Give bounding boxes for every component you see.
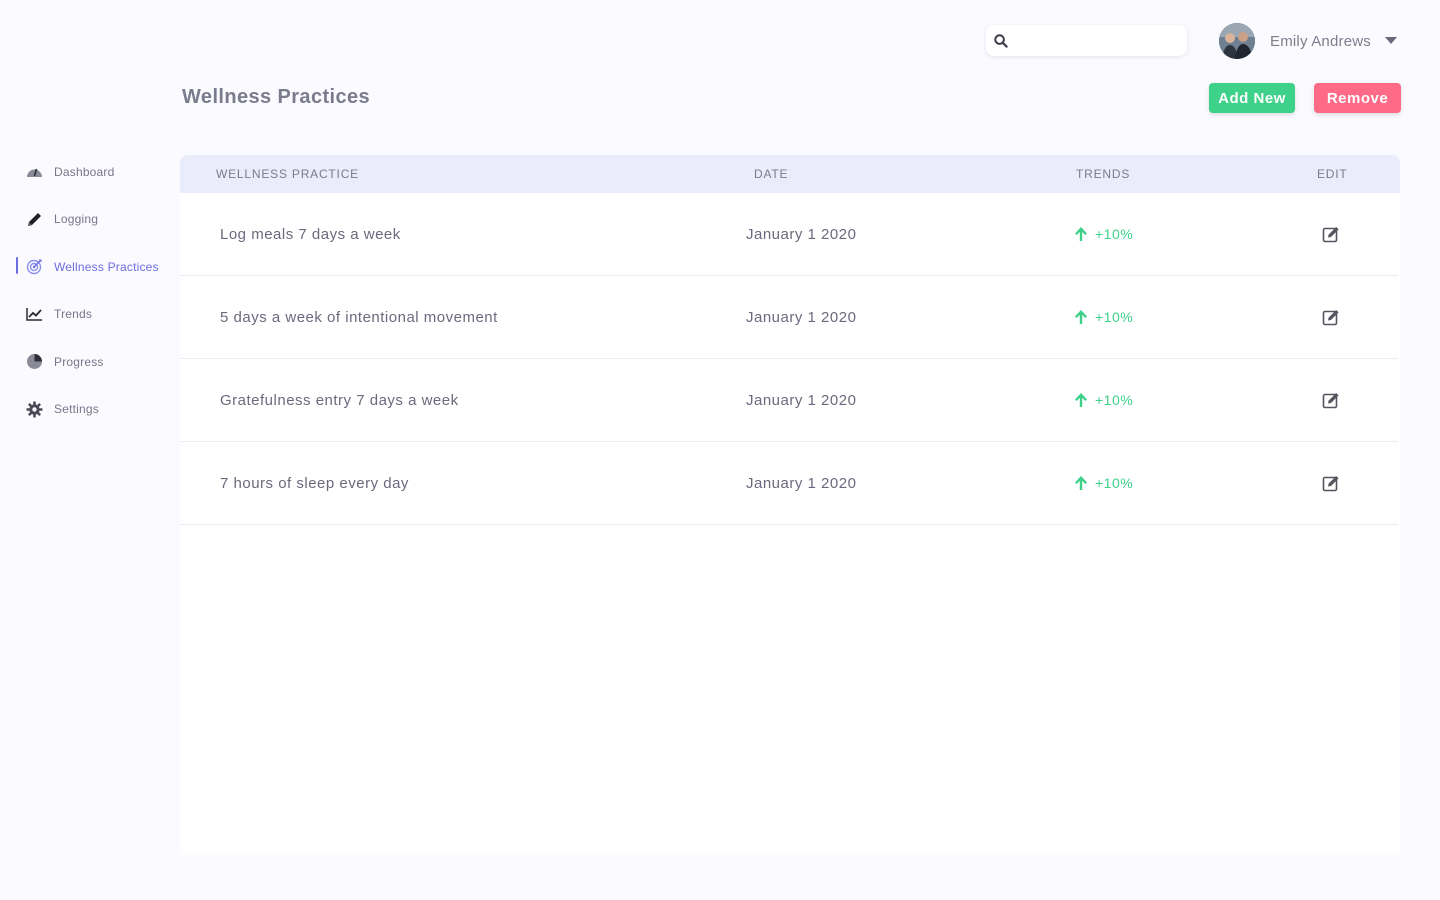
column-header-edit: EDIT bbox=[1317, 167, 1348, 181]
sidebar-item-label: Logging bbox=[54, 212, 99, 227]
page-title: Wellness Practices bbox=[182, 86, 371, 108]
trend-percent: +10% bbox=[1095, 392, 1134, 408]
arrow-up-icon bbox=[1075, 393, 1087, 407]
avatar-photo-icon bbox=[1219, 23, 1255, 59]
sidebar-item-wellness-practices[interactable]: Wellness Practices bbox=[0, 243, 170, 291]
trend-percent: +10% bbox=[1095, 475, 1134, 491]
trend-value: +10% bbox=[1074, 226, 1133, 242]
gear-icon bbox=[26, 401, 43, 418]
arrow-up-icon bbox=[1075, 310, 1087, 324]
avatar[interactable] bbox=[1219, 23, 1255, 59]
trend-value: +10% bbox=[1074, 475, 1133, 491]
edit-icon[interactable] bbox=[1322, 308, 1340, 326]
practice-name: 5 days a week of intentional movement bbox=[220, 309, 498, 326]
practices-table: WELLNESS PRACTICE DATE TRENDS EDIT Log m… bbox=[180, 155, 1400, 855]
trend-line-icon bbox=[26, 306, 43, 323]
trend-percent: +10% bbox=[1095, 226, 1134, 242]
table-row: Log meals 7 days a week January 1 2020 +… bbox=[180, 193, 1398, 276]
table-row: 5 days a week of intentional movement Ja… bbox=[180, 276, 1398, 359]
user-menu[interactable]: Emily Andrews bbox=[1219, 22, 1397, 60]
chevron-down-icon[interactable] bbox=[1384, 37, 1397, 45]
practice-date: January 1 2020 bbox=[746, 309, 857, 326]
table-row: 7 hours of sleep every day January 1 202… bbox=[180, 442, 1398, 525]
sidebar-item-progress[interactable]: Progress bbox=[0, 338, 170, 386]
table-header: WELLNESS PRACTICE DATE TRENDS EDIT bbox=[180, 155, 1400, 193]
trend-value: +10% bbox=[1074, 309, 1133, 325]
search-box[interactable] bbox=[986, 25, 1187, 56]
pie-chart-icon bbox=[26, 353, 43, 370]
edit-icon[interactable] bbox=[1322, 474, 1340, 492]
practice-date: January 1 2020 bbox=[746, 226, 857, 243]
sidebar: Dashboard Logging Wellness Practices Tre… bbox=[0, 148, 170, 433]
practice-date: January 1 2020 bbox=[746, 475, 857, 492]
edit-icon[interactable] bbox=[1322, 391, 1340, 409]
column-header-trends: TRENDS bbox=[1076, 167, 1131, 181]
search-input[interactable] bbox=[1014, 25, 1174, 56]
arrow-up-icon bbox=[1075, 476, 1087, 490]
practice-name: 7 hours of sleep every day bbox=[220, 475, 409, 492]
sidebar-item-label: Wellness Practices bbox=[54, 259, 159, 274]
add-new-button[interactable]: Add New bbox=[1209, 83, 1295, 113]
sidebar-item-trends[interactable]: Trends bbox=[0, 291, 170, 339]
sidebar-item-dashboard[interactable]: Dashboard bbox=[0, 148, 170, 196]
table-row: Gratefulness entry 7 days a week January… bbox=[180, 359, 1398, 442]
sidebar-item-settings[interactable]: Settings bbox=[0, 386, 170, 434]
pencil-icon bbox=[26, 211, 43, 228]
practice-name: Log meals 7 days a week bbox=[220, 226, 401, 243]
practice-name: Gratefulness entry 7 days a week bbox=[220, 392, 459, 409]
search-icon bbox=[994, 33, 1008, 48]
sidebar-item-label: Progress bbox=[54, 354, 104, 369]
target-icon bbox=[26, 258, 43, 275]
sidebar-item-label: Settings bbox=[54, 402, 99, 417]
sidebar-item-logging[interactable]: Logging bbox=[0, 196, 170, 244]
remove-button[interactable]: Remove bbox=[1314, 83, 1401, 113]
trend-percent: +10% bbox=[1095, 309, 1134, 325]
user-name[interactable]: Emily Andrews bbox=[1270, 33, 1371, 50]
sidebar-item-label: Dashboard bbox=[54, 164, 115, 179]
edit-icon[interactable] bbox=[1322, 225, 1340, 243]
arrow-up-icon bbox=[1075, 227, 1087, 241]
trend-value: +10% bbox=[1074, 392, 1133, 408]
sidebar-item-label: Trends bbox=[54, 307, 93, 322]
dashboard-gauge-icon bbox=[26, 163, 43, 180]
column-header-date: DATE bbox=[754, 167, 789, 181]
column-header-practice: WELLNESS PRACTICE bbox=[216, 167, 359, 181]
practice-date: January 1 2020 bbox=[746, 392, 857, 409]
